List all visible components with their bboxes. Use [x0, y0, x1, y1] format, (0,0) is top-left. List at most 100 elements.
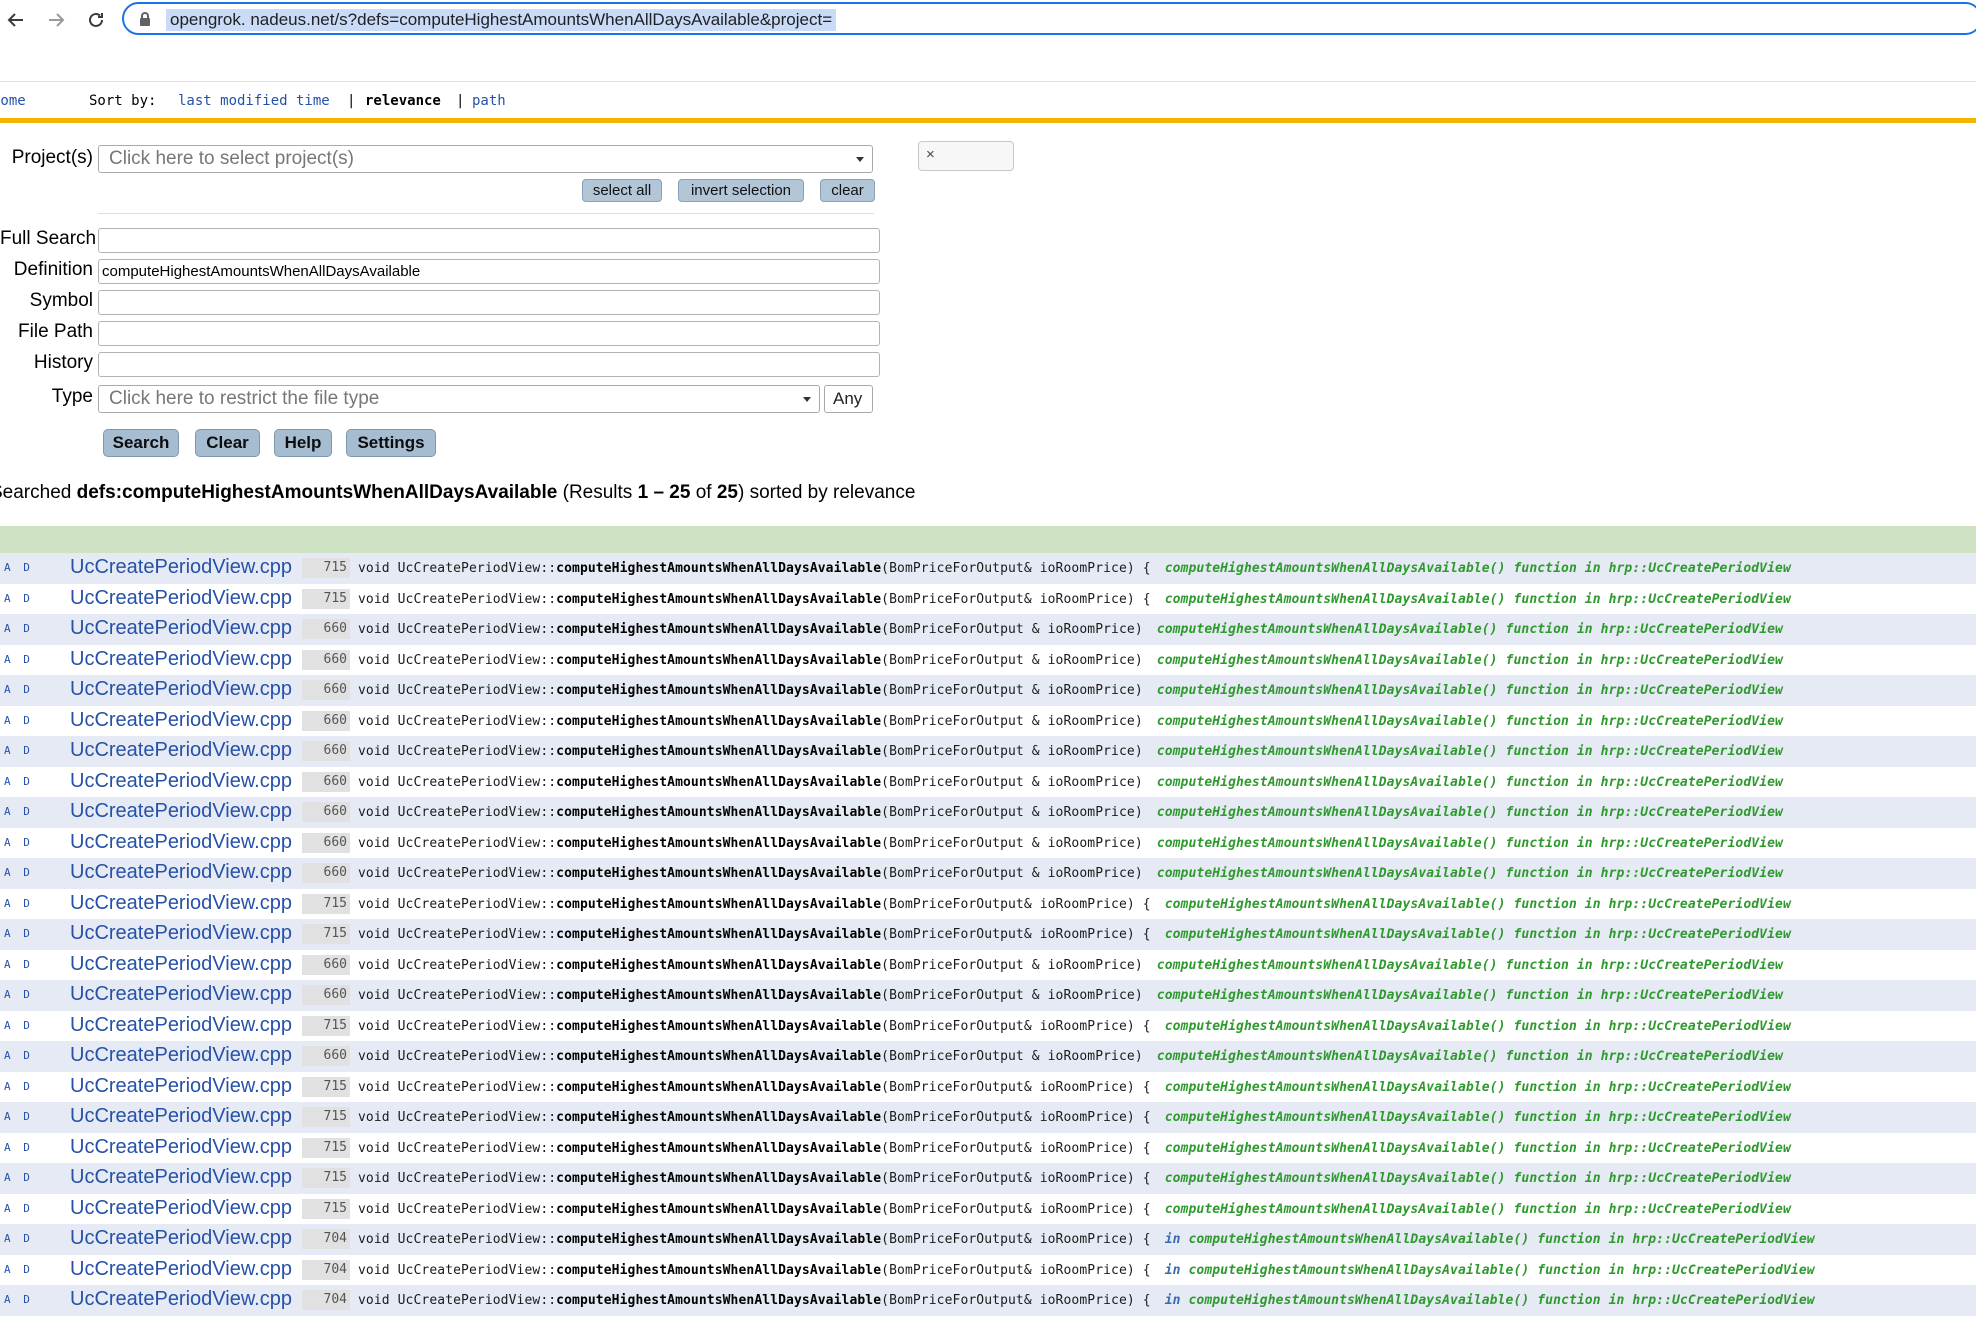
result-file-link[interactable]: UcCreatePeriodView.cpp	[70, 1227, 292, 1250]
result-line-number[interactable]: 715	[302, 1015, 350, 1036]
result-file-link[interactable]: UcCreatePeriodView.cpp	[70, 617, 292, 640]
result-code-snippet[interactable]: void UcCreatePeriodView::computeHighestA…	[358, 1078, 1791, 1098]
annotate-diff-links[interactable]: A D	[4, 592, 33, 605]
result-code-snippet[interactable]: void UcCreatePeriodView::computeHighestA…	[358, 1139, 1791, 1159]
result-line-number[interactable]: 660	[302, 954, 350, 975]
annotate-diff-links[interactable]: A D	[4, 622, 33, 635]
annotate-diff-links[interactable]: A D	[4, 866, 33, 879]
result-code-snippet[interactable]: void UcCreatePeriodView::computeHighestA…	[358, 1169, 1791, 1189]
result-file-link[interactable]: UcCreatePeriodView.cpp	[70, 1136, 292, 1159]
result-code-snippet[interactable]: void UcCreatePeriodView::computeHighestA…	[358, 925, 1791, 945]
result-code-snippet[interactable]: void UcCreatePeriodView::computeHighestA…	[358, 712, 1783, 732]
annotate-diff-links[interactable]: A D	[4, 775, 33, 788]
result-code-snippet[interactable]: void UcCreatePeriodView::computeHighestA…	[358, 773, 1783, 793]
result-file-link[interactable]: UcCreatePeriodView.cpp	[70, 1105, 292, 1128]
result-file-link[interactable]: UcCreatePeriodView.cpp	[70, 800, 292, 823]
result-code-snippet[interactable]: void UcCreatePeriodView::computeHighestA…	[358, 1017, 1791, 1037]
annotate-diff-links[interactable]: A D	[4, 1202, 33, 1215]
result-code-snippet[interactable]: void UcCreatePeriodView::computeHighestA…	[358, 1291, 1815, 1311]
invert-selection-button[interactable]: invert selection	[678, 179, 804, 202]
result-line-number[interactable]: 704	[302, 1259, 350, 1280]
result-code-snippet[interactable]: void UcCreatePeriodView::computeHighestA…	[358, 1047, 1783, 1067]
settings-button[interactable]: Settings	[346, 429, 436, 457]
result-code-snippet[interactable]: void UcCreatePeriodView::computeHighestA…	[358, 1230, 1815, 1250]
annotate-diff-links[interactable]: A D	[4, 958, 33, 971]
result-line-number[interactable]: 660	[302, 710, 350, 731]
result-file-link[interactable]: UcCreatePeriodView.cpp	[70, 892, 292, 915]
annotate-diff-links[interactable]: A D	[4, 653, 33, 666]
reload-icon[interactable]	[82, 6, 110, 34]
definition-input[interactable]: computeHighestAmountsWhenAllDaysAvailabl…	[98, 259, 880, 284]
sort-path-link[interactable]: path	[472, 91, 506, 111]
result-code-snippet[interactable]: void UcCreatePeriodView::computeHighestA…	[358, 559, 1791, 579]
symbol-input[interactable]	[98, 290, 880, 315]
result-line-number[interactable]: 660	[302, 771, 350, 792]
result-file-link[interactable]: UcCreatePeriodView.cpp	[70, 709, 292, 732]
result-file-link[interactable]: UcCreatePeriodView.cpp	[70, 739, 292, 762]
annotate-diff-links[interactable]: A D	[4, 1141, 33, 1154]
result-line-number[interactable]: 660	[302, 985, 350, 1005]
result-line-number[interactable]: 715	[302, 558, 350, 578]
projects-select[interactable]: Click here to select project(s)	[98, 145, 873, 173]
result-line-number[interactable]: 660	[302, 1046, 350, 1066]
result-code-snippet[interactable]: void UcCreatePeriodView::computeHighestA…	[358, 1108, 1791, 1128]
result-code-snippet[interactable]: void UcCreatePeriodView::computeHighestA…	[358, 651, 1783, 671]
result-code-snippet[interactable]: void UcCreatePeriodView::computeHighestA…	[358, 681, 1783, 701]
result-line-number[interactable]: 660	[302, 802, 350, 822]
result-file-link[interactable]: UcCreatePeriodView.cpp	[70, 556, 292, 579]
result-line-number[interactable]: 715	[302, 1076, 350, 1097]
annotate-diff-links[interactable]: A D	[4, 744, 33, 757]
result-line-number[interactable]: 660	[302, 863, 350, 883]
help-button[interactable]: Help	[274, 429, 332, 457]
file-type-select[interactable]: Click here to restrict the file type	[98, 385, 820, 413]
result-line-number[interactable]: 660	[302, 619, 350, 639]
result-file-link[interactable]: UcCreatePeriodView.cpp	[70, 953, 292, 976]
result-code-snippet[interactable]: void UcCreatePeriodView::computeHighestA…	[358, 956, 1783, 976]
annotate-diff-links[interactable]: A D	[4, 805, 33, 818]
address-bar[interactable]: opengrok. nadeus.net/s?defs=computeHighe…	[122, 2, 1976, 35]
result-line-number[interactable]: 715	[302, 1198, 350, 1219]
result-file-link[interactable]: UcCreatePeriodView.cpp	[70, 983, 292, 1006]
file-path-input[interactable]	[98, 321, 880, 346]
annotate-diff-links[interactable]: A D	[4, 836, 33, 849]
annotate-diff-links[interactable]: A D	[4, 561, 33, 574]
result-file-link[interactable]: UcCreatePeriodView.cpp	[70, 831, 292, 854]
result-file-link[interactable]: UcCreatePeriodView.cpp	[70, 1044, 292, 1067]
annotate-diff-links[interactable]: A D	[4, 1019, 33, 1032]
result-code-snippet[interactable]: void UcCreatePeriodView::computeHighestA…	[358, 742, 1783, 762]
result-line-number[interactable]: 715	[302, 1168, 350, 1188]
result-file-link[interactable]: UcCreatePeriodView.cpp	[70, 1014, 292, 1037]
result-line-number[interactable]: 660	[302, 649, 350, 670]
annotate-diff-links[interactable]: A D	[4, 988, 33, 1001]
result-file-link[interactable]: UcCreatePeriodView.cpp	[70, 1288, 292, 1311]
result-line-number[interactable]: 660	[302, 741, 350, 761]
close-icon[interactable]: ×	[926, 146, 935, 163]
result-file-link[interactable]: UcCreatePeriodView.cpp	[70, 1075, 292, 1098]
search-button[interactable]: Search	[103, 429, 179, 457]
result-line-number[interactable]: 704	[302, 1290, 350, 1310]
clear-projects-button[interactable]: clear	[820, 179, 875, 202]
result-code-snippet[interactable]: void UcCreatePeriodView::computeHighestA…	[358, 1200, 1791, 1220]
result-code-snippet[interactable]: void UcCreatePeriodView::computeHighestA…	[358, 834, 1783, 854]
home-link[interactable]: Home	[0, 91, 26, 111]
result-line-number[interactable]: 715	[302, 924, 350, 944]
result-line-number[interactable]: 660	[302, 832, 350, 853]
result-code-snippet[interactable]: void UcCreatePeriodView::computeHighestA…	[358, 1261, 1815, 1281]
result-line-number[interactable]: 715	[302, 893, 350, 914]
select-all-button[interactable]: select all	[582, 179, 662, 202]
result-code-snippet[interactable]: void UcCreatePeriodView::computeHighestA…	[358, 590, 1791, 610]
annotate-diff-links[interactable]: A D	[4, 1293, 33, 1306]
result-file-link[interactable]: UcCreatePeriodView.cpp	[70, 861, 292, 884]
clear-button[interactable]: Clear	[195, 429, 260, 457]
annotate-diff-links[interactable]: A D	[4, 1110, 33, 1123]
result-file-link[interactable]: UcCreatePeriodView.cpp	[70, 1197, 292, 1220]
result-file-link[interactable]: UcCreatePeriodView.cpp	[70, 1258, 292, 1281]
result-file-link[interactable]: UcCreatePeriodView.cpp	[70, 770, 292, 793]
result-line-number[interactable]: 715	[302, 1137, 350, 1158]
result-line-number[interactable]: 715	[302, 588, 350, 609]
history-input[interactable]	[98, 352, 880, 377]
result-line-number[interactable]: 704	[302, 1229, 350, 1249]
back-arrow-icon[interactable]	[2, 6, 30, 34]
result-line-number[interactable]: 715	[302, 1107, 350, 1127]
annotate-diff-links[interactable]: A D	[4, 1171, 33, 1184]
